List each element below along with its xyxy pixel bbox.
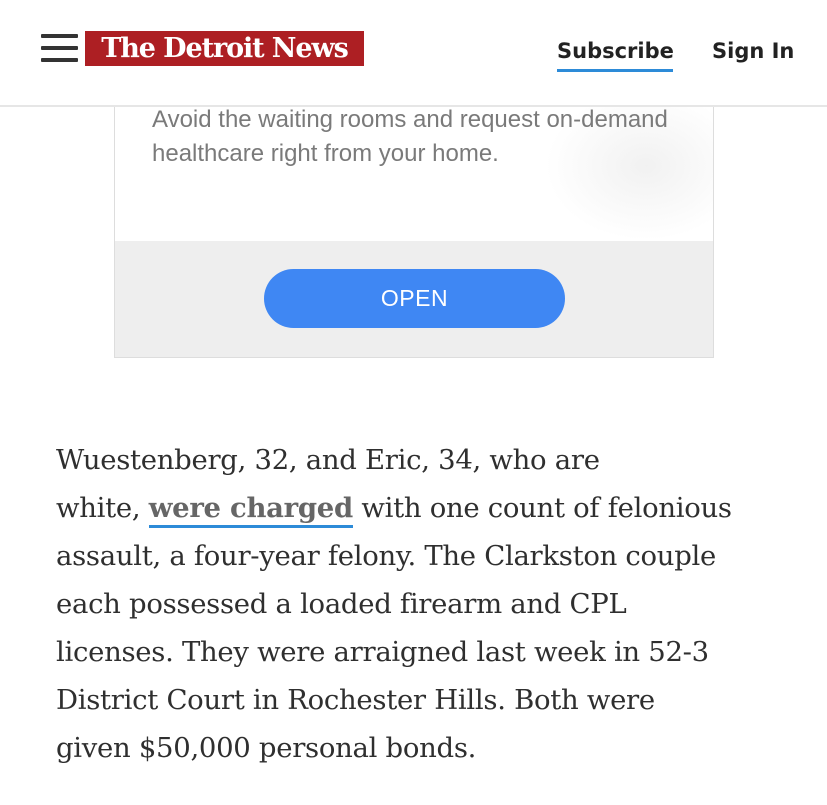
article-paragraph: Wuestenberg, 32, and Eric, 34, who are w… [56, 436, 796, 772]
article-line: each possessed a loaded firearm and CPL [56, 588, 627, 620]
article-text: with one count of felonious [361, 492, 732, 524]
site-logo[interactable]: The Detroit News [85, 31, 364, 66]
article-line: assault, a four-year felony. The Clarkst… [56, 540, 716, 572]
article-line: Wuestenberg, 32, and Eric, 34, who are [56, 444, 600, 476]
menu-bar [41, 58, 78, 62]
hamburger-icon[interactable] [41, 34, 78, 64]
subscribe-link[interactable]: Subscribe [557, 38, 674, 64]
were-charged-link[interactable]: were charged [148, 492, 353, 528]
article-line: District Court in Rochester Hills. Both … [56, 684, 655, 716]
article-line: given $50,000 personal bonds. [56, 732, 477, 764]
ad-text: Avoid the waiting rooms and request on-d… [152, 106, 668, 167]
menu-bar [41, 34, 78, 38]
article-line: licenses. They were arraigned last week … [56, 636, 709, 668]
menu-bar [41, 46, 78, 50]
ad-card[interactable]: Avoid the waiting rooms and request on-d… [114, 90, 714, 358]
sign-in-link[interactable]: Sign In [712, 38, 794, 64]
article-line: white, were charged with one count of fe… [56, 484, 796, 532]
article-text: white, [56, 492, 141, 524]
subscribe-underline [557, 69, 673, 72]
site-header: The Detroit News Subscribe Sign In [0, 0, 827, 107]
open-button[interactable]: OPEN [264, 269, 565, 328]
